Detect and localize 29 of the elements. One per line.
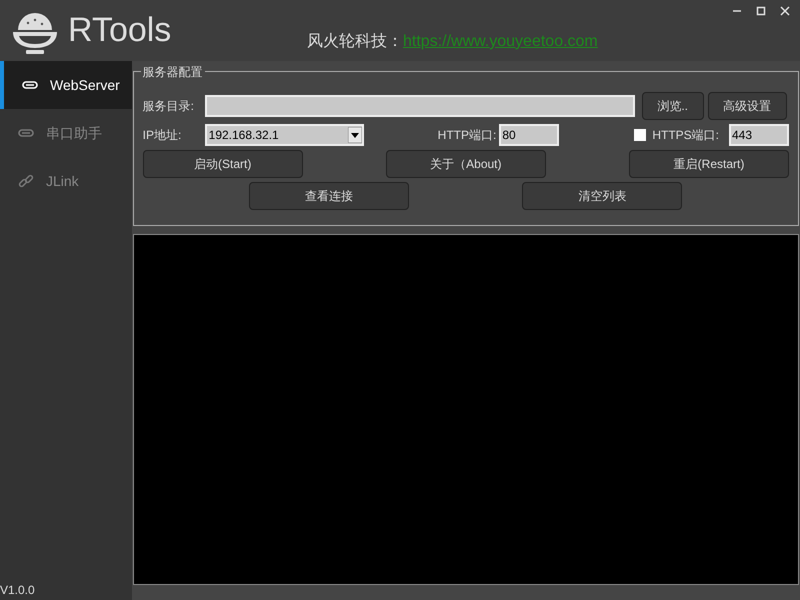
dropdown-arrow-icon bbox=[348, 127, 362, 143]
http-port-field[interactable]: 80 bbox=[499, 124, 560, 146]
http-port-label: HTTP端口: bbox=[438, 127, 496, 144]
action-button[interactable]: 浏览.. bbox=[642, 92, 704, 120]
directory-field[interactable] bbox=[204, 95, 635, 117]
close-icon[interactable] bbox=[780, 6, 790, 16]
action-button[interactable]: 清空列表 bbox=[522, 182, 682, 210]
version-label: V1.0.0 bbox=[0, 582, 36, 599]
company-name: 风火轮科技： bbox=[307, 32, 403, 52]
sidebar-item[interactable]: WebServer bbox=[0, 61, 132, 109]
ip-dropdown[interactable]: 192.168.32.1 bbox=[204, 124, 364, 146]
https-port-field[interactable]: 443 bbox=[729, 124, 789, 146]
sidebar-item[interactable]: 串口助手 bbox=[0, 109, 132, 157]
action-button[interactable]: 关于（About) bbox=[386, 150, 546, 178]
action-button[interactable]: 启动(Start) bbox=[142, 150, 303, 178]
action-button[interactable]: 查看连接 bbox=[249, 182, 410, 210]
app-title: RTools bbox=[68, 10, 172, 51]
https-port-label: HTTPS端口: bbox=[652, 127, 719, 144]
https-checkbox[interactable] bbox=[634, 129, 646, 141]
maximize-icon[interactable] bbox=[756, 6, 766, 16]
action-button[interactable]: 高级设置 bbox=[708, 92, 787, 120]
action-button[interactable]: 重启(Restart) bbox=[629, 150, 789, 178]
capsule-icon bbox=[22, 81, 38, 89]
link-icon bbox=[18, 173, 34, 189]
sidebar-item[interactable]: JLink bbox=[0, 157, 132, 205]
ip-label: IP地址: bbox=[142, 127, 182, 144]
group-title: 服务器配置 bbox=[140, 63, 205, 81]
capsule-icon bbox=[18, 129, 34, 137]
directory-label: 服务目录: bbox=[142, 98, 195, 115]
